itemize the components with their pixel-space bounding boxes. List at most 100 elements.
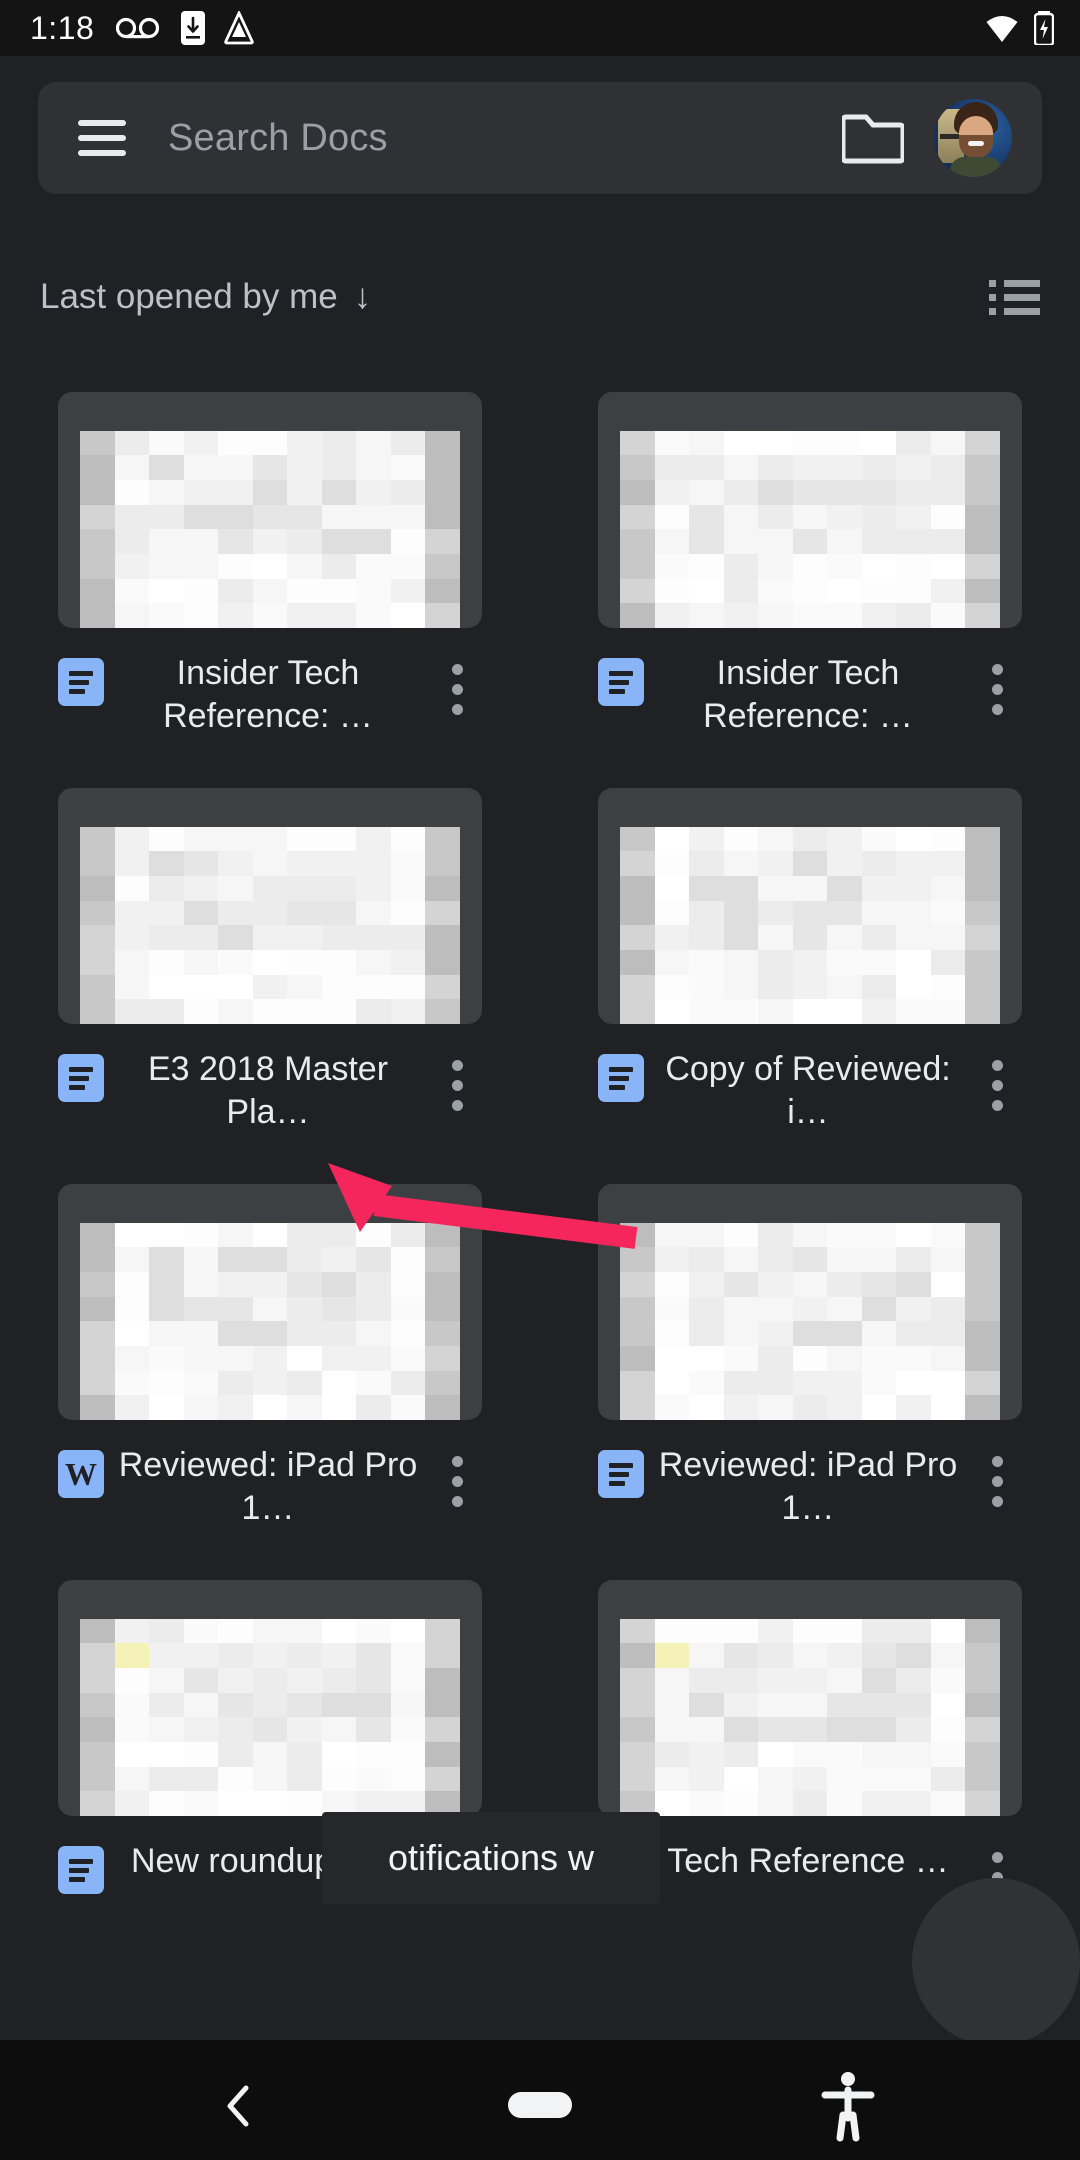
thumbnail-pixel <box>654 925 690 950</box>
thumbnail-pixel <box>218 1618 253 1644</box>
avatar[interactable] <box>934 99 1012 177</box>
thumbnail-pixel <box>425 455 460 480</box>
thumbnail-pixel <box>321 1321 357 1346</box>
doc-thumbnail[interactable] <box>58 788 482 1024</box>
thumbnail-pixel <box>896 1766 931 1792</box>
thumbnail-pixel <box>218 1594 253 1619</box>
thumbnail-pixel <box>321 406 357 431</box>
thumbnail-pixel <box>723 455 759 480</box>
thumbnail-pixel <box>425 802 460 827</box>
thumbnail-pixel <box>965 1271 1000 1297</box>
doc-card[interactable]: Reviewed: iPad Pro 1… <box>540 1184 1080 1580</box>
doc-thumbnail[interactable] <box>58 1580 482 1816</box>
thumbnail-pixel <box>930 900 966 926</box>
thumbnail-pixel <box>792 406 828 431</box>
search-bar[interactable]: Search Docs <box>38 82 1042 194</box>
thumbnail-pixel <box>321 504 357 530</box>
more-options-icon[interactable] <box>972 1444 1022 1507</box>
thumbnail-pixel <box>114 1594 150 1619</box>
more-options-icon[interactable] <box>432 1048 482 1111</box>
thumbnail-pixel <box>758 974 793 1000</box>
thumbnail-pixel <box>758 1717 793 1742</box>
accessibility-icon[interactable] <box>818 2070 878 2142</box>
thumbnail-pixel <box>965 1594 1000 1619</box>
sort-direction-arrow-icon[interactable]: ↓ <box>354 277 372 317</box>
thumbnail-pixel <box>114 529 150 554</box>
doc-thumbnail[interactable] <box>598 1184 1022 1420</box>
thumbnail-pixel <box>861 430 897 456</box>
thumbnail-pixel <box>149 1198 184 1223</box>
doc-card[interactable]: Copy of Reviewed: i… <box>540 788 1080 1184</box>
back-chevron-icon[interactable] <box>212 2078 268 2134</box>
doc-thumbnail[interactable] <box>58 1184 482 1420</box>
thumbnail-pixel <box>620 1370 655 1396</box>
thumbnail-pixel <box>689 1766 724 1792</box>
doc-thumbnail[interactable] <box>58 392 482 628</box>
doc-thumbnail[interactable] <box>598 788 1022 1024</box>
thumbnail-pixel <box>896 1692 931 1718</box>
thumbnail-pixel <box>114 1717 150 1742</box>
thumbnail-pixel <box>149 802 184 827</box>
thumbnail-pixel <box>425 1296 460 1322</box>
thumbnail-pixel <box>896 925 931 950</box>
thumbnail-pixel <box>252 999 288 1024</box>
hamburger-menu-icon[interactable] <box>78 120 126 156</box>
doc-title[interactable]: Copy of Reviewed: i… <box>644 1048 972 1133</box>
thumbnail-pixel <box>861 1692 897 1718</box>
thumbnail-pixel <box>896 826 931 852</box>
thumbnail-pixel <box>792 1321 828 1346</box>
floating-action-button[interactable] <box>912 1878 1080 2046</box>
thumbnail-pixel <box>114 925 150 950</box>
thumbnail-pixel <box>321 1370 357 1396</box>
doc-title[interactable]: Insider Tech Reference: … <box>104 652 432 737</box>
thumbnail-pixel <box>218 504 253 530</box>
thumbnail-pixel <box>861 603 897 628</box>
thumbnail-pixel <box>114 1370 150 1396</box>
thumbnail-pixel <box>390 603 426 628</box>
thumbnail-pixel <box>218 455 253 480</box>
more-options-icon[interactable] <box>432 1444 482 1507</box>
more-options-icon[interactable] <box>972 1048 1022 1111</box>
thumbnail-pixel <box>654 529 690 554</box>
search-input[interactable]: Search Docs <box>168 117 840 160</box>
thumbnail-pixel <box>723 1741 759 1767</box>
thumbnail-pixel <box>356 1766 391 1792</box>
folder-icon[interactable] <box>840 105 906 171</box>
doc-card[interactable]: Insider Tech Reference: … <box>0 392 540 788</box>
more-options-icon[interactable] <box>432 652 482 715</box>
doc-title[interactable]: Reviewed: iPad Pro 1… <box>644 1444 972 1529</box>
thumbnail-pixel <box>183 504 219 530</box>
thumbnail-pixel <box>356 1198 391 1223</box>
doc-card[interactable]: W Reviewed: iPad Pro 1… <box>0 1184 540 1580</box>
doc-title[interactable]: Insider Tech Reference: … <box>644 652 972 737</box>
thumbnail-pixel <box>321 851 357 876</box>
thumbnail-pixel <box>654 1717 690 1742</box>
list-view-icon[interactable] <box>989 279 1040 315</box>
doc-card[interactable]: New roundup te… <box>0 1580 540 1976</box>
thumbnail-pixel <box>80 1222 115 1248</box>
sort-label[interactable]: Last opened by me <box>40 277 338 317</box>
thumbnail-pixel <box>80 949 115 975</box>
doc-thumbnail[interactable] <box>598 1580 1022 1816</box>
doc-card-meta: Reviewed: iPad Pro 1… <box>598 1420 1022 1580</box>
doc-title[interactable]: Tech Reference … <box>644 1840 972 1883</box>
thumbnail-pixel <box>321 826 357 852</box>
doc-title[interactable]: E3 2018 Master Pla… <box>104 1048 432 1133</box>
thumbnail-pixel <box>654 1247 690 1272</box>
thumbnail-pixel <box>218 553 253 579</box>
thumbnail-pixel <box>654 1618 690 1644</box>
thumbnail-pixel <box>827 504 862 530</box>
thumbnail-pixel <box>965 504 1000 530</box>
thumbnail-pixel <box>689 1345 724 1371</box>
thumbnail-pixel <box>390 1321 426 1346</box>
thumbnail-pixel <box>356 553 391 579</box>
thumbnail-pixel <box>861 504 897 530</box>
doc-thumbnail[interactable] <box>598 392 1022 628</box>
home-pill-icon[interactable] <box>508 2092 572 2118</box>
doc-card[interactable]: E3 2018 Master Pla… <box>0 788 540 1184</box>
doc-title[interactable]: Reviewed: iPad Pro 1… <box>104 1444 432 1529</box>
thumbnail-pixel <box>965 1395 1000 1420</box>
thumbnail-pixel <box>149 875 184 901</box>
more-options-icon[interactable] <box>972 652 1022 715</box>
doc-card[interactable]: Insider Tech Reference: … <box>540 392 1080 788</box>
